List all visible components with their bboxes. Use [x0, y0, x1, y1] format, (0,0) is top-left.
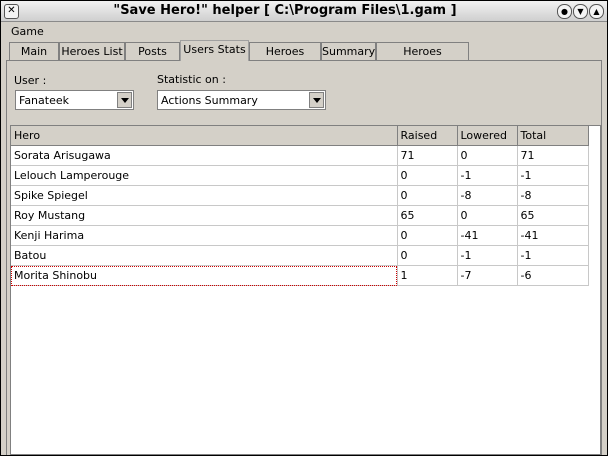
users-stats-table: Hero Raised Lowered Total Sorata Arisuga…: [10, 125, 601, 455]
total-cell: 65: [517, 205, 589, 226]
hero-cell: Sorata Arisugawa: [11, 145, 398, 166]
menu-game[interactable]: Game: [11, 25, 44, 38]
tab-heroes-stats[interactable]: Heroes Stats: [249, 42, 321, 76]
table-row[interactable]: Sorata Arisugawa 71 0 71: [11, 145, 589, 166]
window-title: "Save Hero!" helper [ C:\Program Files\1…: [113, 3, 457, 18]
column-header-total[interactable]: Total: [517, 126, 589, 146]
app-window: ✕ "Save Hero!" helper [ C:\Program Files…: [0, 0, 608, 456]
user-label: User :: [14, 74, 47, 87]
lowered-cell: 0: [457, 205, 518, 226]
shade-icon[interactable]: ●: [557, 4, 572, 19]
table-row[interactable]: Lelouch Lamperouge 0 -1 -1: [11, 165, 589, 186]
user-select-value: Fanateek: [19, 94, 69, 107]
hero-cell: Kenji Harima: [11, 225, 398, 246]
user-select[interactable]: Fanateek: [15, 90, 134, 110]
total-cell: -6: [517, 265, 589, 286]
table-row-selected[interactable]: Morita Shinobu 1 -7 -6: [11, 265, 589, 286]
raised-cell: 0: [397, 245, 458, 266]
total-cell: -1: [517, 245, 589, 266]
chevron-down-icon[interactable]: [117, 92, 132, 108]
close-icon[interactable]: ✕: [4, 4, 19, 19]
table-row[interactable]: Roy Mustang 65 0 65: [11, 205, 589, 226]
raised-cell: 65: [397, 205, 458, 226]
menu-bar: Game: [1, 22, 607, 40]
hero-cell: Spike Spiegel: [11, 185, 398, 206]
lowered-cell: 0: [457, 145, 518, 166]
total-cell: -41: [517, 225, 589, 246]
column-header-raised[interactable]: Raised: [397, 126, 458, 146]
total-cell: -8: [517, 185, 589, 206]
table-row[interactable]: Kenji Harima 0 -41 -41: [11, 225, 589, 246]
raised-cell: 0: [397, 225, 458, 246]
raised-cell: 0: [397, 165, 458, 186]
table-row[interactable]: Batou 0 -1 -1: [11, 245, 589, 266]
statistic-select-value: Actions Summary: [161, 94, 258, 107]
minimize-icon[interactable]: ▼: [573, 4, 588, 19]
raised-cell: 1: [397, 265, 458, 286]
tab-users-stats[interactable]: Users Stats: [180, 40, 249, 61]
raised-cell: 0: [397, 185, 458, 206]
table-header-row: Hero Raised Lowered Total: [11, 126, 589, 146]
total-cell: 71: [517, 145, 589, 166]
column-header-lowered[interactable]: Lowered: [457, 126, 518, 146]
hero-cell: Lelouch Lamperouge: [11, 165, 398, 186]
tab-heroes-summary[interactable]: Heroes Summary: [376, 42, 469, 76]
column-header-hero[interactable]: Hero: [11, 126, 398, 146]
title-bar[interactable]: ✕ "Save Hero!" helper [ C:\Program Files…: [1, 1, 607, 22]
hero-cell: Roy Mustang: [11, 205, 398, 226]
lowered-cell: -41: [457, 225, 518, 246]
hero-cell: Morita Shinobu: [11, 265, 398, 286]
lowered-cell: -7: [457, 265, 518, 286]
hero-cell: Batou: [11, 245, 398, 266]
tab-summary[interactable]: Summary: [321, 42, 376, 60]
tab-posts[interactable]: Posts: [125, 42, 180, 60]
tab-heroes-list[interactable]: Heroes List: [59, 42, 125, 60]
lowered-cell: -1: [457, 245, 518, 266]
maximize-icon[interactable]: ▲: [589, 4, 604, 19]
lowered-cell: -8: [457, 185, 518, 206]
lowered-cell: -1: [457, 165, 518, 186]
statistic-label: Statistic on :: [157, 73, 226, 86]
tab-main[interactable]: Main: [9, 42, 59, 60]
total-cell: -1: [517, 165, 589, 186]
tab-strip: Main Heroes List Posts Users Stats Heroe…: [1, 40, 607, 76]
statistic-select[interactable]: Actions Summary: [157, 90, 326, 110]
raised-cell: 71: [397, 145, 458, 166]
table-row[interactable]: Spike Spiegel 0 -8 -8: [11, 185, 589, 206]
chevron-down-icon[interactable]: [309, 92, 324, 108]
